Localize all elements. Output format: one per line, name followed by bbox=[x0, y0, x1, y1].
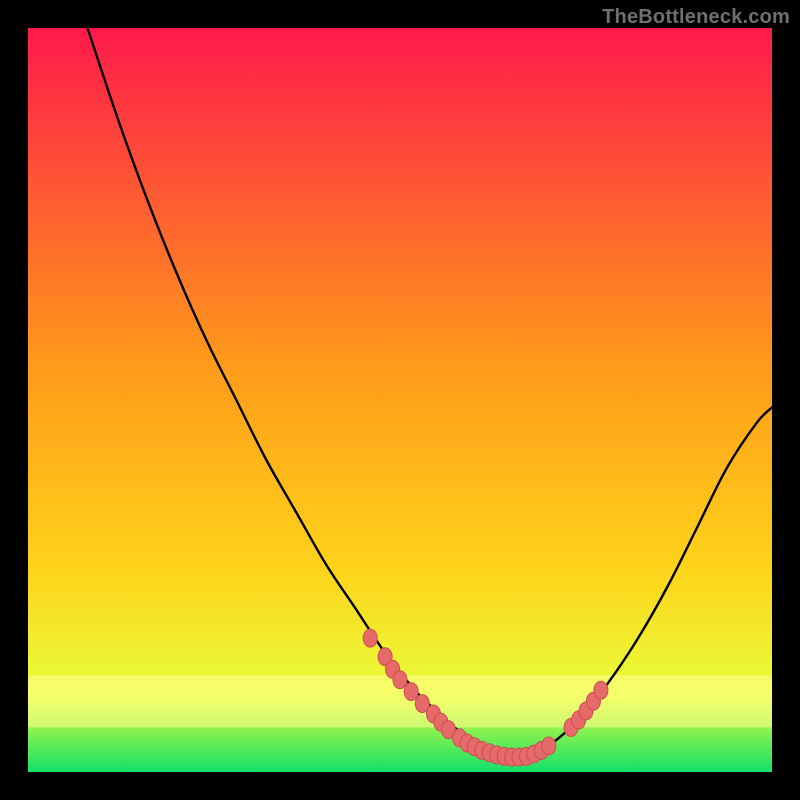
bottleneck-chart bbox=[28, 28, 772, 772]
curve-marker bbox=[363, 629, 377, 647]
plot-area bbox=[28, 28, 772, 772]
curve-marker bbox=[404, 683, 418, 701]
watermark-text: TheBottleneck.com bbox=[602, 6, 790, 29]
curve-marker bbox=[393, 671, 407, 689]
curve-marker bbox=[542, 737, 556, 755]
curve-marker bbox=[594, 681, 608, 699]
gradient-background bbox=[28, 28, 772, 772]
chart-stage: TheBottleneck.com bbox=[0, 0, 800, 800]
